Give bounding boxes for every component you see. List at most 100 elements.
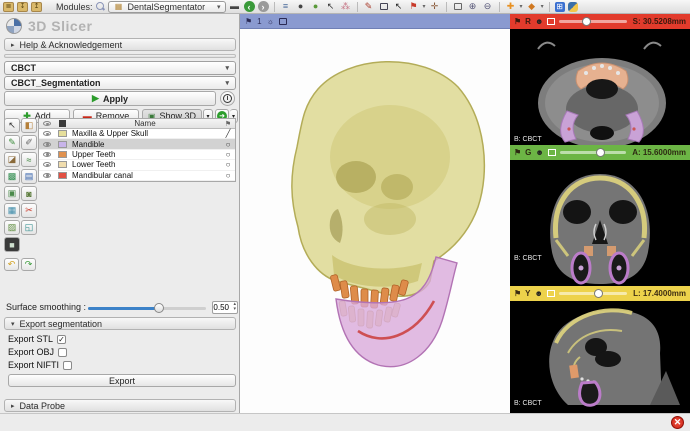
- surface-smoothing-spinbox[interactable]: 0.50 ▴▾: [212, 301, 238, 314]
- segment-status-icon[interactable]: ○: [221, 171, 235, 180]
- logical-operators-tool-button[interactable]: ◱: [21, 220, 37, 235]
- segment-color-swatch[interactable]: [58, 151, 67, 158]
- history-list-icon[interactable]: ≡: [280, 1, 292, 13]
- coronal-slice-image[interactable]: B: CBCT: [510, 160, 690, 286]
- orientation-head-icon[interactable]: ☻: [535, 17, 543, 26]
- module-search-icon[interactable]: [96, 2, 105, 11]
- share-scene-icon[interactable]: ⁂: [340, 1, 352, 13]
- segment-status-icon[interactable]: ○: [221, 150, 235, 159]
- collapsed-section-bar[interactable]: [4, 54, 236, 58]
- segment-row-lower-teeth[interactable]: Lower Teeth ○: [39, 160, 235, 170]
- threshold-tool-button[interactable]: ◧: [21, 118, 37, 133]
- volume-selector[interactable]: CBCT ▾: [4, 61, 236, 75]
- margin-tool-button[interactable]: ▣: [4, 186, 20, 201]
- data-probe-section[interactable]: ▸ Data Probe: [4, 399, 236, 412]
- 3d-render-area[interactable]: [240, 29, 510, 413]
- orientation-head-icon[interactable]: ☻: [535, 289, 543, 298]
- spinbox-arrows-icon[interactable]: ▴▾: [233, 302, 236, 312]
- export-segmentation-section[interactable]: ▾ Export segmentation: [4, 317, 236, 330]
- mask-volume-tool-button[interactable]: ■: [4, 237, 20, 252]
- world-icon[interactable]: ●: [310, 1, 322, 13]
- slice-offset-slider[interactable]: [560, 151, 626, 154]
- paint-tool-button[interactable]: ✎: [4, 135, 20, 150]
- segment-color-swatch[interactable]: [58, 130, 67, 137]
- none-tool-button[interactable]: ↖: [4, 118, 20, 133]
- segment-status-icon[interactable]: ○: [221, 160, 235, 169]
- extensions-manager-icon[interactable]: ⊞: [555, 2, 565, 12]
- hollow-tool-button[interactable]: ◙: [21, 186, 37, 201]
- markups-point-icon[interactable]: ✚: [505, 1, 517, 13]
- scissors-tool-button[interactable]: ✂: [21, 203, 37, 218]
- islands-tool-button[interactable]: ▨: [4, 220, 20, 235]
- view-menu-icon[interactable]: [547, 290, 555, 297]
- markups-line-dropdown-icon[interactable]: ▾: [541, 3, 544, 10]
- segment-status-icon[interactable]: ╱: [221, 129, 235, 138]
- pin-icon[interactable]: ⚑: [514, 17, 521, 26]
- segment-name[interactable]: Mandible: [69, 140, 221, 149]
- visibility-eye-icon[interactable]: [43, 173, 51, 178]
- green-slice-view[interactable]: ⚑ G ☻ A: 15.6000mm: [510, 145, 690, 286]
- segment-name[interactable]: Upper Teeth: [69, 150, 221, 159]
- segment-name[interactable]: Lower Teeth: [69, 160, 221, 169]
- undo-button[interactable]: ↶: [4, 258, 19, 271]
- load-dicom-icon[interactable]: ≣: [3, 2, 14, 12]
- crosshair-icon[interactable]: ✛: [429, 1, 441, 13]
- smoothing-tool-button[interactable]: ▦: [4, 203, 20, 218]
- pin-icon[interactable]: ⚑: [514, 289, 521, 298]
- pin-icon[interactable]: ⚑: [245, 17, 252, 26]
- fiducial-dropdown-icon[interactable]: ▾: [423, 3, 426, 10]
- place-fiducial-icon[interactable]: ⚑: [408, 1, 420, 13]
- center-view-icon[interactable]: ☼: [267, 17, 274, 26]
- layout-selector-icon[interactable]: [378, 1, 390, 13]
- sagittal-slice-image[interactable]: B: CBCT: [510, 301, 690, 413]
- 3d-view[interactable]: ⚑ 1 ☼: [240, 14, 510, 413]
- markups-line-icon[interactable]: ◆: [526, 1, 538, 13]
- segmentation-selector[interactable]: CBCT_Segmentation ▾: [4, 76, 236, 90]
- forward-button[interactable]: ›: [258, 1, 269, 12]
- view-menu-icon[interactable]: [547, 18, 555, 25]
- segment-row-upper-teeth[interactable]: Upper Teeth ○: [39, 150, 235, 160]
- grow-from-seeds-tool-button[interactable]: ▩: [4, 169, 20, 184]
- fill-between-slices-tool-button[interactable]: ▤: [21, 169, 37, 184]
- visibility-eye-icon[interactable]: [43, 131, 51, 136]
- segment-row-mandibular-canal[interactable]: Mandibular canal ○: [39, 171, 235, 181]
- segment-name[interactable]: Mandibular canal: [69, 171, 221, 180]
- yellow-slice-view[interactable]: ⚑ Y ☻ L: 17.4000mm: [510, 286, 690, 413]
- error-log-button[interactable]: ✕: [671, 416, 684, 429]
- export-button[interactable]: Export: [8, 374, 236, 387]
- visibility-eye-icon[interactable]: [43, 162, 51, 167]
- segment-row-mandible[interactable]: Mandible ○: [39, 139, 235, 149]
- export-obj-checkbox[interactable]: [58, 348, 67, 357]
- slice-offset-slider[interactable]: [559, 20, 626, 23]
- import-data-icon[interactable]: ↧: [17, 2, 28, 12]
- scene-view-icon[interactable]: ●: [295, 1, 307, 13]
- segment-row-maxilla-upper-skull[interactable]: Maxilla & Upper Skull ╱: [39, 129, 235, 139]
- erase-tool-button[interactable]: ◪: [4, 152, 20, 167]
- red-slice-view[interactable]: ⚑ R ☻ S: 30.5208mm: [510, 14, 690, 145]
- info-button[interactable]: i: [220, 91, 235, 106]
- level-tracing-tool-button[interactable]: ≈: [21, 152, 37, 167]
- visibility-eye-icon[interactable]: [43, 152, 51, 157]
- module-selector[interactable]: ▦ DentalSegmentator ▾: [108, 1, 226, 13]
- slider-handle[interactable]: [154, 303, 164, 313]
- zoom-out-icon[interactable]: ⊖: [482, 1, 494, 13]
- zoom-in-icon[interactable]: ⊕: [467, 1, 479, 13]
- help-acknowledgement-section[interactable]: ▸ Help & Acknowledgement: [4, 38, 236, 51]
- python-console-icon[interactable]: [568, 2, 578, 12]
- export-nifti-checkbox[interactable]: [63, 361, 72, 370]
- segment-color-swatch[interactable]: [58, 161, 67, 168]
- draw-tool-button[interactable]: ✐: [21, 135, 37, 150]
- mouse-interaction-icon[interactable]: ↖: [393, 1, 405, 13]
- screenshot-icon[interactable]: [452, 1, 464, 13]
- segment-status-icon[interactable]: ○: [221, 140, 235, 149]
- redo-button[interactable]: ↷: [21, 258, 36, 271]
- apply-button[interactable]: ▶ Apply: [4, 91, 216, 106]
- surface-smoothing-slider[interactable]: [88, 307, 206, 310]
- segment-name[interactable]: Maxilla & Upper Skull: [69, 129, 221, 138]
- segment-color-swatch[interactable]: [58, 141, 67, 148]
- export-stl-checkbox[interactable]: ✓: [57, 335, 66, 344]
- axial-slice-image[interactable]: B: CBCT: [510, 29, 690, 145]
- visibility-eye-icon[interactable]: [43, 142, 51, 147]
- slice-offset-slider[interactable]: [559, 292, 627, 295]
- pin-icon[interactable]: ⚑: [514, 148, 521, 157]
